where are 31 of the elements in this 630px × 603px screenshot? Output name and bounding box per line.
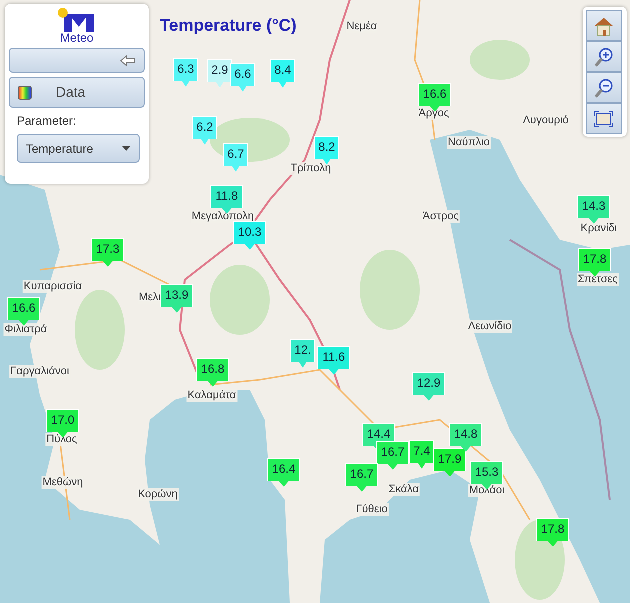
logo-icon [58, 8, 96, 32]
place-label: Γαργαλιάνοι [10, 366, 70, 378]
place-label: Νεμέα [346, 20, 378, 34]
place-label: Σκάλα [388, 484, 420, 496]
map-title: Temperature (°C) [160, 15, 297, 37]
place-label: Κυπαρισσία [22, 280, 84, 294]
place-label: Λυγουριό [522, 114, 570, 128]
arrow-left-icon [120, 54, 136, 66]
place-label: Άστρος [422, 210, 460, 224]
place-label: Γύθειο [355, 504, 389, 516]
place-label: Φιλιατρά [4, 324, 48, 336]
temperature-marker[interactable]: 8.2 [314, 136, 340, 165]
place-label: Καλαμάτα [186, 390, 238, 402]
home-button[interactable] [586, 10, 622, 41]
place-label: Ναύπλιο [447, 136, 491, 150]
place-label: Τρίπολη [290, 162, 332, 176]
data-button[interactable]: Data [9, 77, 145, 108]
place-label: Σπέτσες [577, 274, 619, 286]
parameter-label: Parameter: [17, 113, 78, 130]
caret-icon [122, 146, 131, 151]
place-label: Μεθώνη [42, 476, 84, 490]
temperature-marker[interactable]: 16.6 [8, 297, 40, 326]
full-extent-button[interactable] [586, 103, 622, 134]
zoom-in-button[interactable] [586, 41, 622, 72]
color-scale-icon [18, 86, 32, 100]
place-label: Κορώνη [137, 488, 179, 502]
logo-text: Meteo [60, 32, 94, 44]
parameter-select[interactable]: Temperature [17, 134, 140, 163]
place-label: Λεωνίδιο [467, 320, 513, 334]
place-label: Κρανίδι [580, 222, 618, 236]
zoom-out-button[interactable] [586, 72, 622, 103]
